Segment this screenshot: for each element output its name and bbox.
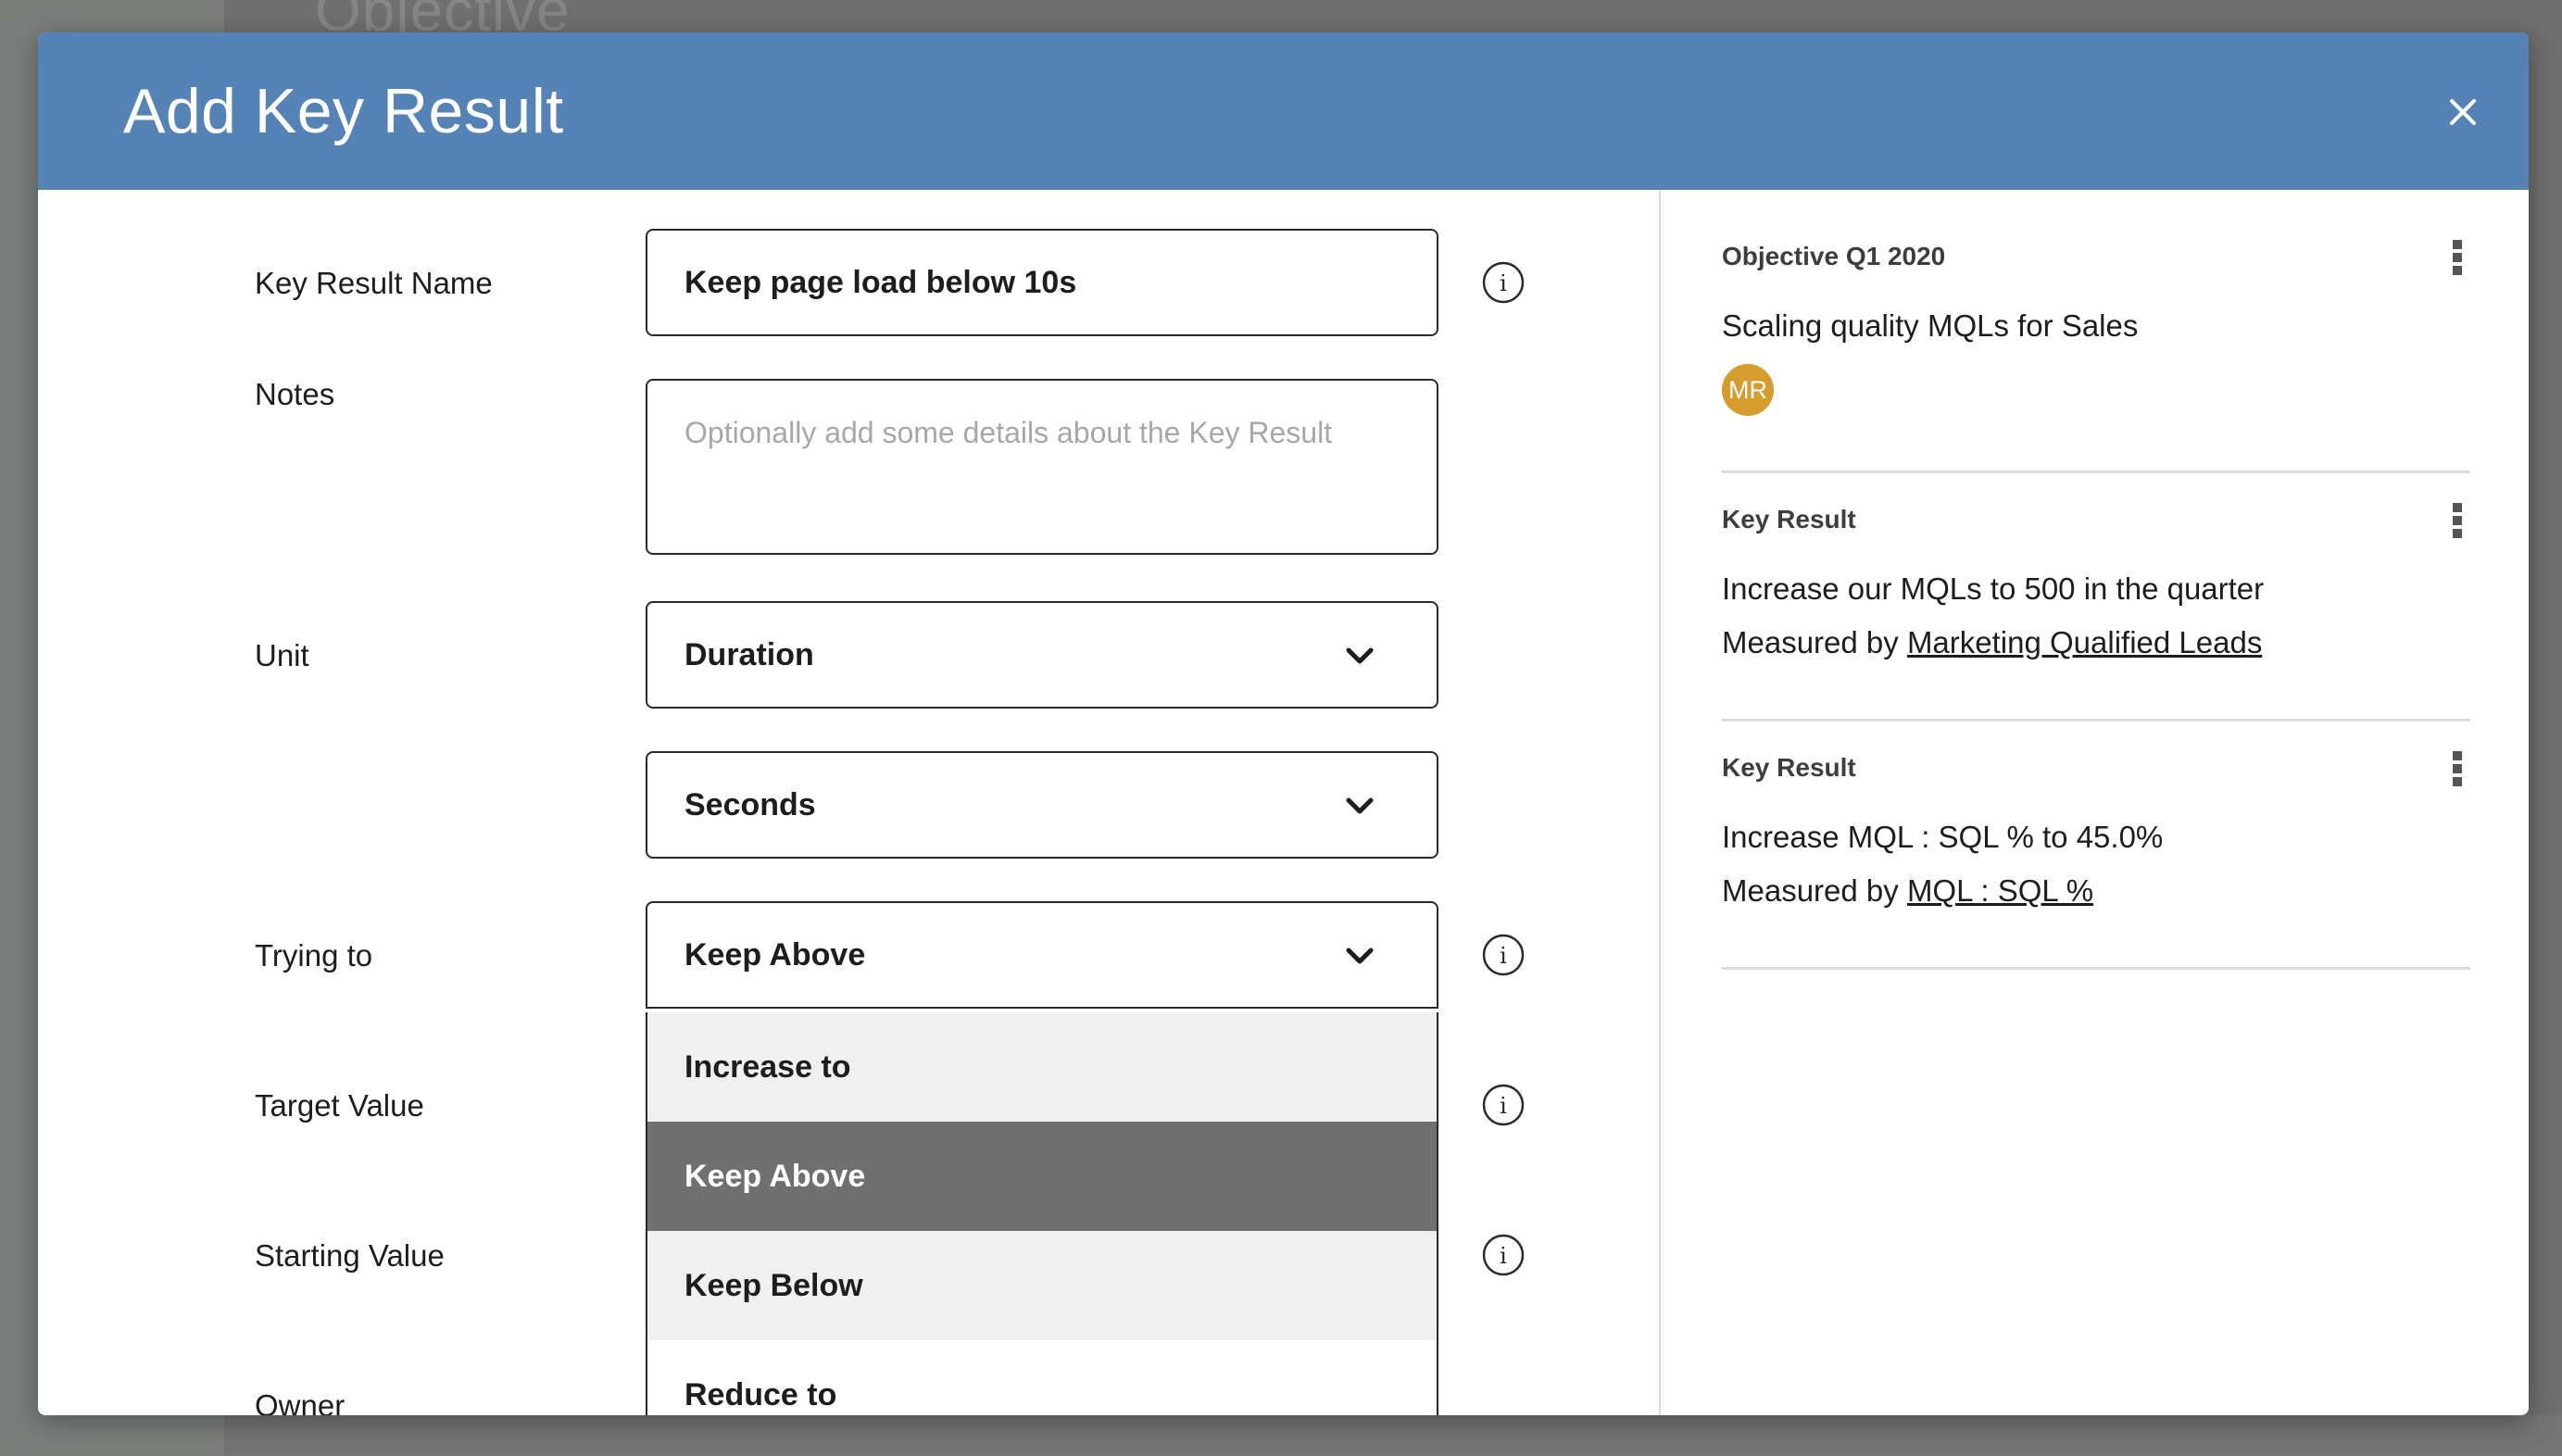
key-result-name-info-icon[interactable]: i	[1481, 260, 1526, 305]
target-value-label: Target Value	[255, 1088, 424, 1123]
starting-value-info-icon[interactable]: i	[1481, 1233, 1526, 1277]
chevron-down-icon	[1346, 797, 1374, 814]
owner-avatar: MR	[1722, 364, 1774, 416]
unit-select-value: Duration	[684, 637, 814, 672]
objective-more-icon[interactable]	[2448, 240, 2467, 279]
unit-subtype-value: Seconds	[684, 787, 816, 822]
measured-by-prefix: Measured by	[1722, 625, 1899, 659]
unit-label: Unit	[255, 638, 309, 672]
key-result-label: Key Result	[1722, 753, 1856, 782]
trying-to-select[interactable]: Keep Above	[646, 901, 1438, 1009]
trying-to-info-icon[interactable]: i	[1481, 933, 1526, 977]
chevron-down-icon	[1346, 647, 1374, 664]
measured-by-prefix: Measured by	[1722, 873, 1899, 908]
svg-text:i: i	[1500, 270, 1507, 296]
modal-header: Add Key Result	[38, 32, 2529, 190]
dropdown-option-reduce-to[interactable]: Reduce to	[647, 1340, 1437, 1415]
measured-by-link[interactable]: Marketing Qualified Leads	[1907, 625, 2262, 659]
key-result-name-value: Keep page load below 10s	[684, 265, 1077, 300]
unit-select[interactable]: Duration	[646, 601, 1438, 709]
modal-title: Add Key Result	[123, 76, 564, 146]
panel-divider	[1659, 190, 1661, 1415]
trying-to-label: Trying to	[255, 938, 373, 973]
notes-textarea[interactable]: Optionally add some details about the Ke…	[646, 379, 1438, 555]
background-topbar	[224, 0, 2562, 33]
key-result-more-icon[interactable]	[2448, 503, 2467, 542]
divider	[1722, 471, 2470, 473]
dropdown-option-keep-below[interactable]: Keep Below	[647, 1231, 1437, 1340]
notes-placeholder: Optionally add some details about the Ke…	[684, 416, 1333, 449]
objective-label: Objective Q1 2020	[1722, 242, 1946, 270]
objective-title: Scaling quality MQLs for Sales	[1722, 308, 2139, 343]
trying-to-dropdown-list: Increase to Keep Above Keep Below Reduce…	[646, 1012, 1438, 1415]
add-key-result-modal: Add Key Result Key Result Name Keep page…	[38, 32, 2529, 1415]
notes-label: Notes	[255, 377, 335, 411]
close-icon	[2450, 99, 2476, 125]
svg-text:i: i	[1500, 1243, 1507, 1269]
key-result-name-input[interactable]: Keep page load below 10s	[646, 229, 1438, 336]
dropdown-option-increase-to[interactable]: Increase to	[647, 1012, 1437, 1122]
key-result-measured-by: Measured by MQL : SQL %	[1722, 873, 2093, 909]
key-result-measured-by: Measured by Marketing Qualified Leads	[1722, 625, 2262, 660]
unit-subtype-select[interactable]: Seconds	[646, 751, 1438, 859]
key-result-name-label: Key Result Name	[255, 266, 493, 300]
svg-text:i: i	[1500, 943, 1507, 969]
starting-value-label: Starting Value	[255, 1238, 445, 1273]
svg-text:i: i	[1500, 1093, 1507, 1119]
dropdown-option-keep-above[interactable]: Keep Above	[647, 1122, 1437, 1231]
owner-label: Owner	[255, 1388, 345, 1415]
close-button[interactable]	[2437, 86, 2489, 138]
key-result-title: Increase our MQLs to 500 in the quarter	[1722, 571, 2265, 606]
key-result-label: Key Result	[1722, 505, 1856, 533]
chevron-down-icon	[1346, 948, 1374, 964]
background-footer	[224, 1415, 2562, 1456]
key-result-more-icon[interactable]	[2448, 751, 2467, 790]
divider	[1722, 719, 2470, 722]
divider	[1722, 967, 2470, 970]
target-value-info-icon[interactable]: i	[1481, 1083, 1526, 1127]
trying-to-value: Keep Above	[684, 937, 866, 973]
key-result-form: Key Result Name Keep page load below 10s…	[38, 190, 1659, 1415]
measured-by-link[interactable]: MQL : SQL %	[1907, 873, 2093, 908]
key-result-title: Increase MQL : SQL % to 45.0%	[1722, 820, 2164, 854]
